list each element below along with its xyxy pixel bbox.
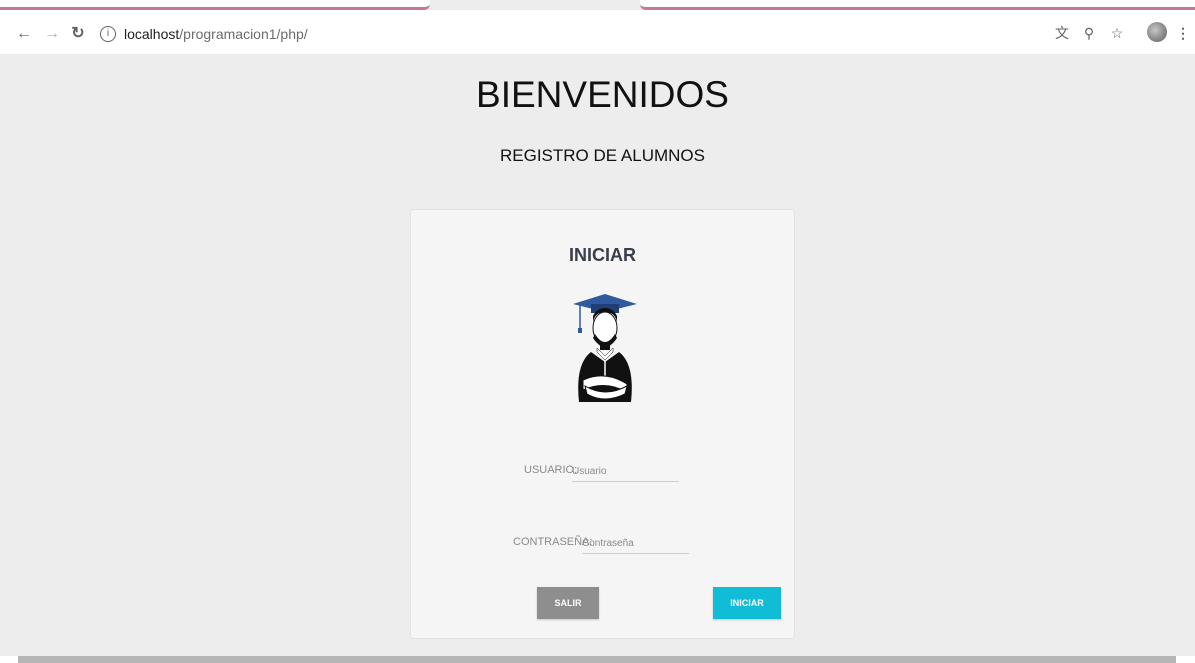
submit-button[interactable]: INICIAR [713, 587, 781, 619]
url-path: /programacion1/php/ [179, 26, 308, 42]
star-icon[interactable]: ☆ [1108, 24, 1126, 42]
reload-icon[interactable]: ↻ [68, 24, 88, 44]
username-input[interactable] [572, 466, 679, 482]
page-title: BIENVENIDOS [476, 74, 729, 115]
browser-toolbar: ← → ↻ i localhost/programacion1/php/ 文 ⚲… [0, 10, 1195, 54]
page-subtitle: REGISTRO DE ALUMNOS [500, 146, 705, 165]
back-icon[interactable]: ← [14, 24, 34, 44]
kebab-menu-icon[interactable]: ⋮ [1174, 24, 1192, 42]
tab-strip-left [0, 0, 430, 10]
horizontal-scrollbar[interactable] [0, 656, 1195, 663]
exit-button[interactable]: SALIR [537, 587, 599, 619]
avatar[interactable] [1147, 22, 1167, 42]
login-card: INICIAR USUARIO: CONTRASEÑA: SALIR INICI… [410, 209, 795, 639]
translate-icon[interactable]: 文 [1053, 24, 1071, 42]
forward-icon[interactable]: → [42, 24, 62, 44]
username-label: USUARIO: [524, 464, 578, 476]
scrollbar-thumb[interactable] [18, 656, 1176, 663]
login-heading: INICIAR [569, 245, 636, 265]
tab-strip-right [640, 0, 1195, 10]
password-label: CONTRASEÑA: [513, 536, 593, 548]
graduate-student-icon [573, 294, 637, 402]
password-input[interactable] [582, 538, 689, 554]
url-host: localhost [124, 26, 180, 42]
info-icon[interactable]: i [100, 26, 116, 42]
address-bar[interactable]: i localhost/programacion1/php/ [86, 24, 986, 44]
zoom-icon[interactable]: ⚲ [1080, 24, 1098, 42]
